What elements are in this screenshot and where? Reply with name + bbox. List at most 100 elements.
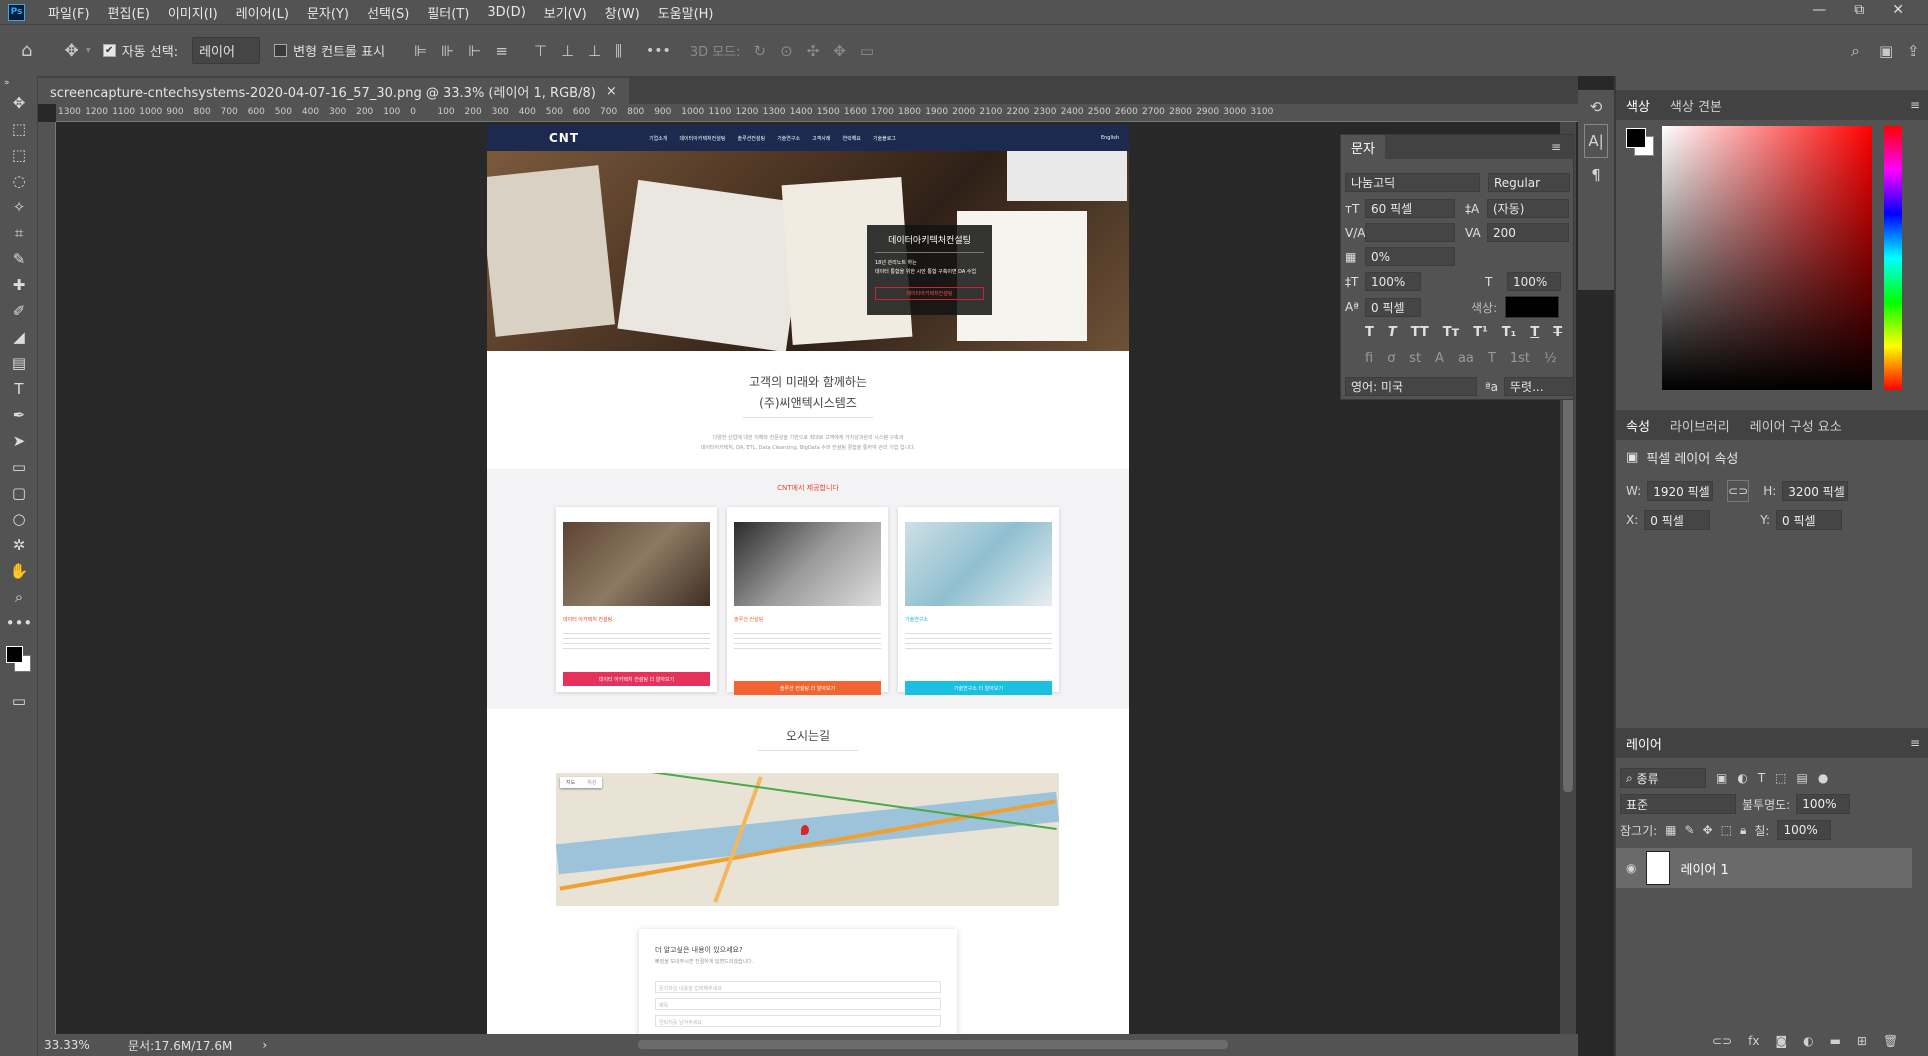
screen-mode-icon[interactable]: ▭ (0, 688, 38, 714)
faux-italic-icon[interactable]: T (1388, 325, 1397, 340)
move-tool-icon[interactable]: ✥ (57, 41, 85, 61)
filter-adjustment-icon[interactable]: ◐ (1737, 771, 1747, 785)
height-field[interactable]: 3200 픽셀 (1782, 481, 1849, 501)
fg-color-swatch[interactable] (1626, 128, 1646, 148)
3d-pan-icon[interactable]: ✣ (800, 42, 827, 60)
history-icon[interactable]: ⟲ (1578, 90, 1614, 124)
close-button[interactable]: ✕ (1892, 2, 1904, 18)
distribute-icon[interactable]: ≡ (488, 42, 515, 60)
rounded-rectangle-tool-icon[interactable]: ▢ (0, 480, 38, 506)
fractions-icon[interactable]: ½ (1544, 351, 1557, 366)
panel-menu-icon[interactable]: ≡ (1551, 140, 1561, 154)
menu-edit[interactable]: 편집(E) (99, 3, 159, 22)
align-middle-icon[interactable]: ⊥ (554, 42, 581, 60)
hand-tool-icon[interactable]: ✋ (0, 558, 38, 584)
filter-smart-object-icon[interactable]: ▤ (1797, 771, 1808, 785)
3d-orbit-icon[interactable]: ↻ (747, 42, 774, 60)
ellipse-tool-icon[interactable]: ○ (0, 506, 38, 532)
color-picker-field[interactable] (1662, 126, 1872, 390)
layer-filter-dropdown[interactable]: ⌕ 종류 (1620, 768, 1706, 788)
vertical-scale-field[interactable]: 100% (1365, 272, 1421, 291)
ligature-icon[interactable]: fi (1365, 351, 1373, 366)
zoom-tool-icon[interactable]: ⌕ (0, 584, 38, 610)
ordinals-icon[interactable]: 1st (1510, 351, 1530, 366)
share-icon[interactable]: ⇪ (1900, 42, 1927, 60)
menu-image[interactable]: 이미지(I) (159, 3, 227, 22)
rectangle-tool-icon[interactable]: ▭ (0, 454, 38, 480)
home-icon[interactable]: ⌂ (14, 40, 39, 61)
swatches-tab[interactable]: 색상 견본 (1660, 96, 1732, 115)
character-panel-tab[interactable]: 문자 (1341, 135, 1385, 159)
filter-pixel-icon[interactable]: ▣ (1716, 771, 1727, 785)
layer-row[interactable]: ◉ 레이어 1 (1616, 848, 1912, 888)
character-panel-icon[interactable]: A| (1584, 124, 1608, 158)
artboard-tool-icon[interactable]: ⬚ (0, 116, 38, 142)
font-family-dropdown[interactable]: 나눔고딕 (1345, 173, 1480, 192)
3d-roll-icon[interactable]: ⊙ (773, 42, 800, 60)
horizontal-scale-field[interactable]: 100% (1507, 272, 1561, 291)
align-top-icon[interactable]: ⊤ (527, 42, 554, 60)
magic-wand-tool-icon[interactable]: ✧ (0, 194, 38, 220)
align-left-icon[interactable]: ⊫ (407, 42, 434, 60)
lock-all-icon[interactable]: 🔒︎ (1740, 823, 1746, 838)
menu-type[interactable]: 문자(Y) (298, 3, 358, 22)
distribute-vertical-icon[interactable]: ⫼ (608, 42, 629, 60)
libraries-tab[interactable]: 라이브러리 (1660, 416, 1740, 435)
properties-tab[interactable]: 속성 (1616, 416, 1660, 435)
lasso-tool-icon[interactable]: ◌ (0, 168, 38, 194)
hue-slider[interactable] (1884, 126, 1902, 390)
subscript-icon[interactable]: T₁ (1502, 325, 1517, 340)
3d-slide-icon[interactable]: ✥ (826, 42, 853, 60)
menu-window[interactable]: 창(W) (596, 3, 649, 22)
superscript-icon[interactable]: T¹ (1473, 325, 1488, 340)
layer-style-icon[interactable]: fx (1748, 1034, 1759, 1048)
new-group-icon[interactable]: ▬ (1830, 1034, 1841, 1048)
horizontal-scroll-thumb[interactable] (638, 1040, 1228, 1049)
titling-icon[interactable]: A (1435, 351, 1444, 366)
adjustment-layer-icon[interactable]: ◐ (1803, 1034, 1813, 1048)
language-dropdown[interactable]: 영어: 미국 (1345, 377, 1477, 396)
ordinal-icon[interactable]: T (1488, 351, 1496, 366)
small-caps-icon[interactable]: Tт (1443, 325, 1459, 340)
baseline-field[interactable]: 0 픽셀 (1365, 297, 1421, 317)
blend-mode-dropdown[interactable]: 표준 (1620, 794, 1736, 814)
kerning-field[interactable] (1365, 223, 1455, 242)
auto-select-dropdown[interactable]: 레이어 (192, 37, 261, 64)
add-mask-icon[interactable]: ◙ (1775, 1034, 1787, 1048)
lock-position-icon[interactable]: ✥ (1703, 823, 1713, 837)
underline-icon[interactable]: T (1530, 325, 1539, 340)
tsume-field[interactable]: 0% (1365, 247, 1455, 266)
move-tool-icon[interactable]: ✥ (0, 90, 38, 116)
type-tool-icon[interactable]: T (0, 376, 38, 402)
eyedropper-tool-icon[interactable]: ✎ (0, 246, 38, 272)
link-icon[interactable]: ⊂⊃ (1727, 480, 1750, 502)
status-menu-arrow-icon[interactable]: › (262, 1038, 267, 1052)
font-style-dropdown[interactable]: Regular (1488, 173, 1570, 192)
layers-tab[interactable]: 레이어 (1616, 734, 1672, 753)
paragraph-panel-icon[interactable]: ¶ (1578, 158, 1614, 192)
old-style-icon[interactable]: ơ (1387, 351, 1395, 366)
eraser-tool-icon[interactable]: ◢ (0, 324, 38, 350)
menu-view[interactable]: 보기(V) (535, 3, 596, 22)
brush-tool-icon[interactable]: ✐ (0, 298, 38, 324)
antialias-dropdown[interactable]: 뚜렷... (1504, 377, 1575, 396)
layer-name[interactable]: 레이어 1 (1680, 859, 1728, 878)
marquee-tool-icon[interactable]: ⬚ (0, 142, 38, 168)
x-field[interactable]: 0 픽셀 (1644, 510, 1711, 530)
website-screenshot-layer[interactable]: CNT 기업소개 데이터아키텍처컨설팅 솔루션컨설팅 기술연구소 고객사례 연락… (487, 125, 1129, 1034)
lock-paint-icon[interactable]: ✎ (1685, 823, 1695, 837)
color-tab[interactable]: 색상 (1616, 96, 1660, 115)
close-tab-icon[interactable]: × (606, 84, 617, 99)
menu-file[interactable]: 파일(F) (39, 3, 99, 22)
crop-tool-icon[interactable]: ⌗ (0, 220, 38, 246)
menu-help[interactable]: 도움말(H) (649, 3, 723, 22)
strikethrough-icon[interactable]: T (1553, 325, 1562, 340)
color-swatches[interactable] (0, 636, 37, 688)
3d-camera-icon[interactable]: ▭ (853, 42, 881, 60)
align-right-icon[interactable]: ⊩ (461, 42, 488, 60)
more-tools-icon[interactable]: ••• (0, 610, 38, 636)
eye-visibility-icon[interactable]: ◉ (1626, 861, 1636, 875)
canvas-area[interactable]: CNT 기업소개 데이터아키텍처컨설팅 솔루션컨설팅 기술연구소 고객사례 연락… (56, 122, 1560, 1034)
opacity-field[interactable]: 100% (1796, 794, 1851, 814)
fill-field[interactable]: 100% (1777, 820, 1832, 840)
